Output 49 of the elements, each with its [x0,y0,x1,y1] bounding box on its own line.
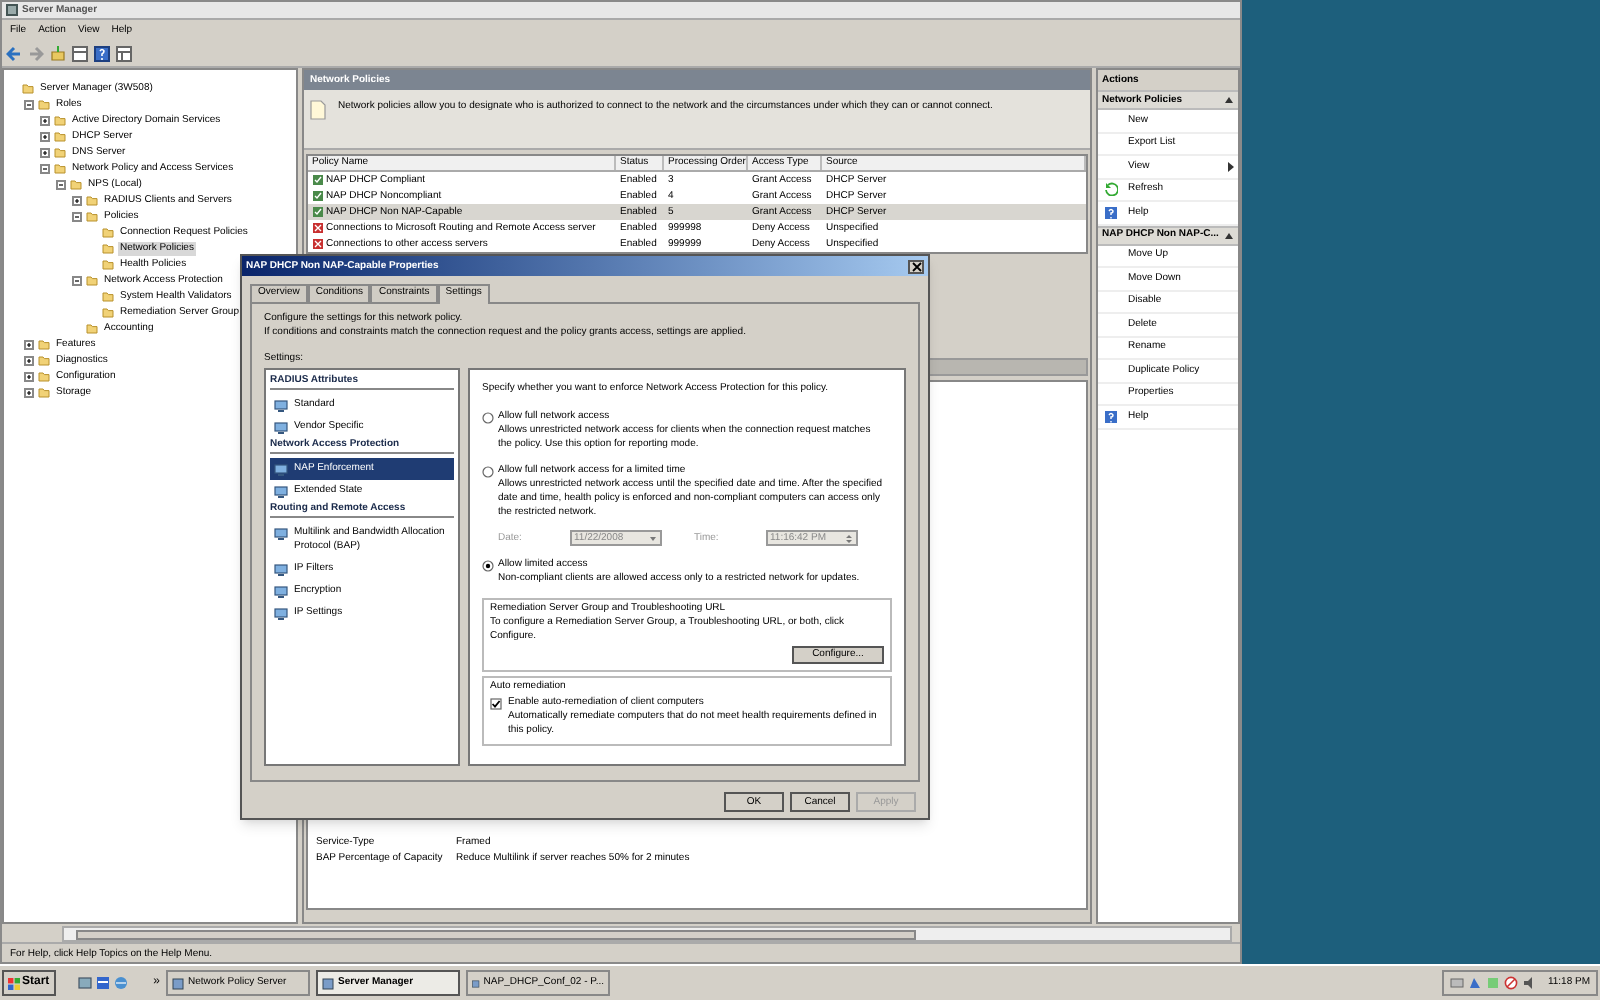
window-icon[interactable] [95,976,110,990]
close-icon [911,261,921,271]
checkbox[interactable] [490,697,502,709]
collapse-icon[interactable] [56,179,66,189]
radio-button[interactable] [482,465,494,477]
expand-icon[interactable] [40,131,50,141]
console-icon [116,45,132,61]
radio-button[interactable] [482,559,494,571]
collapse-icon[interactable] [40,163,50,173]
monitor-icon [274,486,288,498]
spinner-icon [844,533,854,543]
back-icon [6,45,22,61]
monitor-icon [274,586,288,598]
network-icon[interactable] [1467,976,1482,990]
forward-icon [28,45,44,61]
collapse-arrow-icon [1224,231,1234,239]
windows-logo-icon [8,977,20,989]
app-icon [322,977,335,989]
monitor-icon [274,464,288,476]
expand-icon[interactable] [40,147,50,157]
expand-icon[interactable] [24,339,34,349]
expand-icon[interactable] [24,371,34,381]
monitor-icon [274,422,288,434]
expand-icon[interactable] [40,115,50,125]
collapse-icon[interactable] [24,99,34,109]
expand-icon[interactable] [24,387,34,397]
monitor-icon [274,400,288,412]
window-icon [6,4,18,16]
document-icon [310,100,326,120]
app-icon [172,977,185,989]
scrollbar-thumb[interactable] [76,929,916,939]
folder-up-icon [50,45,66,61]
radio-button[interactable] [482,411,494,423]
horizontal-scrollbar[interactable] [62,926,1232,942]
dropdown-arrow-icon [648,533,658,543]
close-button[interactable] [908,259,924,273]
monitor-icon [274,608,288,620]
monitor-icon [274,564,288,576]
window-pane-icon [72,45,88,61]
blocked-icon[interactable] [1503,976,1518,990]
app-icon [472,977,480,989]
collapse-arrow-icon [1224,96,1234,104]
monitor-icon [274,528,288,540]
help-icon [94,45,110,61]
collapse-icon[interactable] [72,211,82,221]
collapse-icon[interactable] [72,275,82,285]
expand-icon[interactable] [72,195,82,205]
speaker-icon[interactable] [1521,976,1536,990]
expand-icon[interactable] [24,355,34,365]
